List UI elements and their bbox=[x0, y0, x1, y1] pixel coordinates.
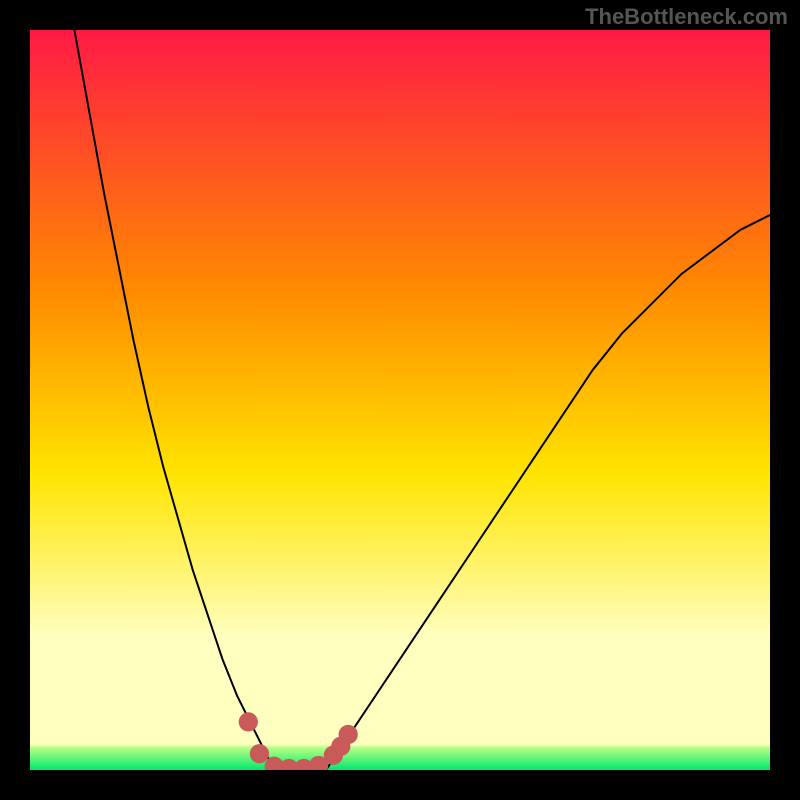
marker-dot bbox=[239, 712, 258, 731]
marker-dot bbox=[339, 725, 358, 744]
bottleneck-chart bbox=[30, 30, 770, 770]
attribution-label: TheBottleneck.com bbox=[585, 4, 788, 30]
plot-area bbox=[30, 30, 770, 770]
chart-frame: TheBottleneck.com bbox=[0, 0, 800, 800]
marker-dot bbox=[250, 744, 269, 763]
